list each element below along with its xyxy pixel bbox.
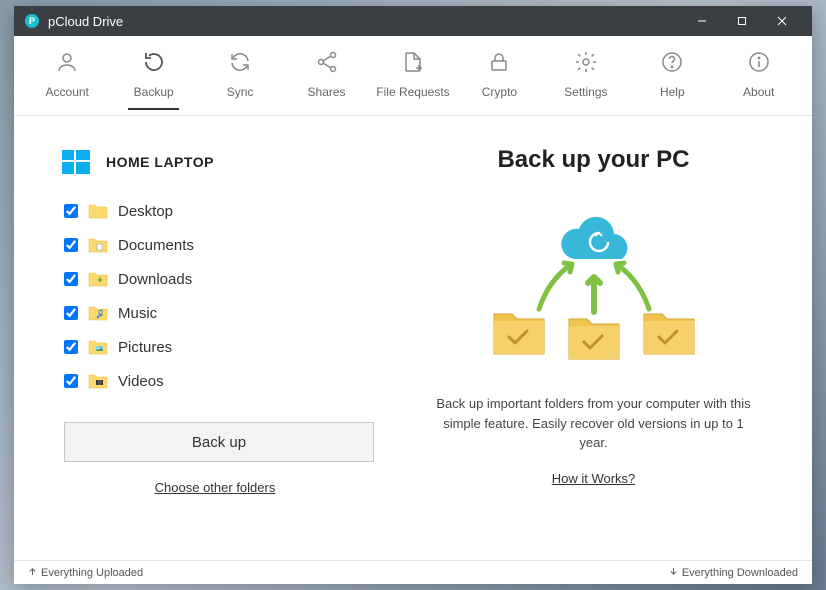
folder-icon [88,236,108,254]
folder-row-videos: Videos [64,368,405,394]
promo-title: Back up your PC [497,146,689,174]
folder-name: Music [118,305,157,322]
svg-text:P: P [29,16,35,26]
toolbar-label: Sync [227,85,254,99]
toolbar-file-requests[interactable]: File Requests [370,42,456,109]
folder-checkbox[interactable] [64,306,78,320]
toolbar-label: Crypto [482,85,517,99]
folder-checkbox[interactable] [64,238,78,252]
content: HOME LAPTOP Desktop Documents Downloads [14,116,812,560]
download-icon [669,567,678,579]
toolbar-settings[interactable]: Settings [543,42,629,109]
folder-row-music: Music [64,300,405,326]
toolbar-label: Account [46,85,89,99]
toolbar-account[interactable]: Account [24,42,110,109]
toolbar-backup[interactable]: Backup [110,42,196,109]
folder-row-documents: Documents [64,232,405,258]
titlebar: P pCloud Drive [14,6,812,36]
folder-name: Downloads [118,271,192,288]
statusbar: Everything Uploaded Everything Downloade… [14,560,812,584]
toolbar-label: About [743,85,774,99]
file-requests-icon [401,50,425,79]
maximize-button[interactable] [722,6,762,36]
how-it-works-link[interactable]: How it Works? [552,471,636,486]
sync-icon [228,50,252,79]
window-controls [682,6,802,36]
promo-description: Back up important folders from your comp… [434,394,754,453]
help-icon [660,50,684,79]
folder-row-pictures: Pictures [64,334,405,360]
promo-illustration [454,194,734,374]
folder-list: Desktop Documents Downloads Music [64,198,405,394]
toolbar-label: Backup [134,85,174,99]
folder-checkbox[interactable] [64,272,78,286]
status-text: Everything Uploaded [41,567,143,579]
folder-checkbox[interactable] [64,204,78,218]
folder-row-desktop: Desktop [64,198,405,224]
left-pane: HOME LAPTOP Desktop Documents Downloads [60,146,405,550]
toolbar: Account Backup Sync Shares File Requests… [14,36,812,116]
status-text: Everything Downloaded [682,567,798,579]
backup-button[interactable]: Back up [64,422,374,462]
folder-name: Pictures [118,339,172,356]
status-downloaded: Everything Downloaded [669,567,798,579]
folder-checkbox[interactable] [64,374,78,388]
toolbar-help[interactable]: Help [629,42,715,109]
folder-name: Videos [118,373,164,390]
backup-icon [142,50,166,79]
choose-folders-link[interactable]: Choose other folders [60,480,370,495]
folder-name: Desktop [118,203,173,220]
folder-icon [88,202,108,220]
folder-name: Documents [118,237,194,254]
minimize-button[interactable] [682,6,722,36]
folder-icon [88,270,108,288]
windows-icon [60,146,92,178]
folder-checkbox[interactable] [64,340,78,354]
close-button[interactable] [762,6,802,36]
upload-icon [28,567,37,579]
toolbar-about[interactable]: About [716,42,802,109]
app-icon: P [24,13,40,29]
toolbar-label: File Requests [376,85,449,99]
about-icon [747,50,771,79]
folder-icon [88,372,108,390]
toolbar-label: Settings [564,85,607,99]
settings-icon [574,50,598,79]
toolbar-label: Shares [308,85,346,99]
folder-row-downloads: Downloads [64,266,405,292]
account-icon [55,50,79,79]
toolbar-label: Help [660,85,685,99]
device-header: HOME LAPTOP [60,146,405,178]
shares-icon [315,50,339,79]
toolbar-sync[interactable]: Sync [197,42,283,109]
right-pane: Back up your PC [405,146,782,550]
app-window: P pCloud Drive Account Backup Sync [14,6,812,584]
folder-icon [88,304,108,322]
toolbar-crypto[interactable]: Crypto [456,42,542,109]
crypto-icon [487,50,511,79]
folder-icon [88,338,108,356]
toolbar-shares[interactable]: Shares [283,42,369,109]
status-uploaded: Everything Uploaded [28,567,143,579]
device-name: HOME LAPTOP [106,154,214,170]
window-title: pCloud Drive [48,14,682,29]
